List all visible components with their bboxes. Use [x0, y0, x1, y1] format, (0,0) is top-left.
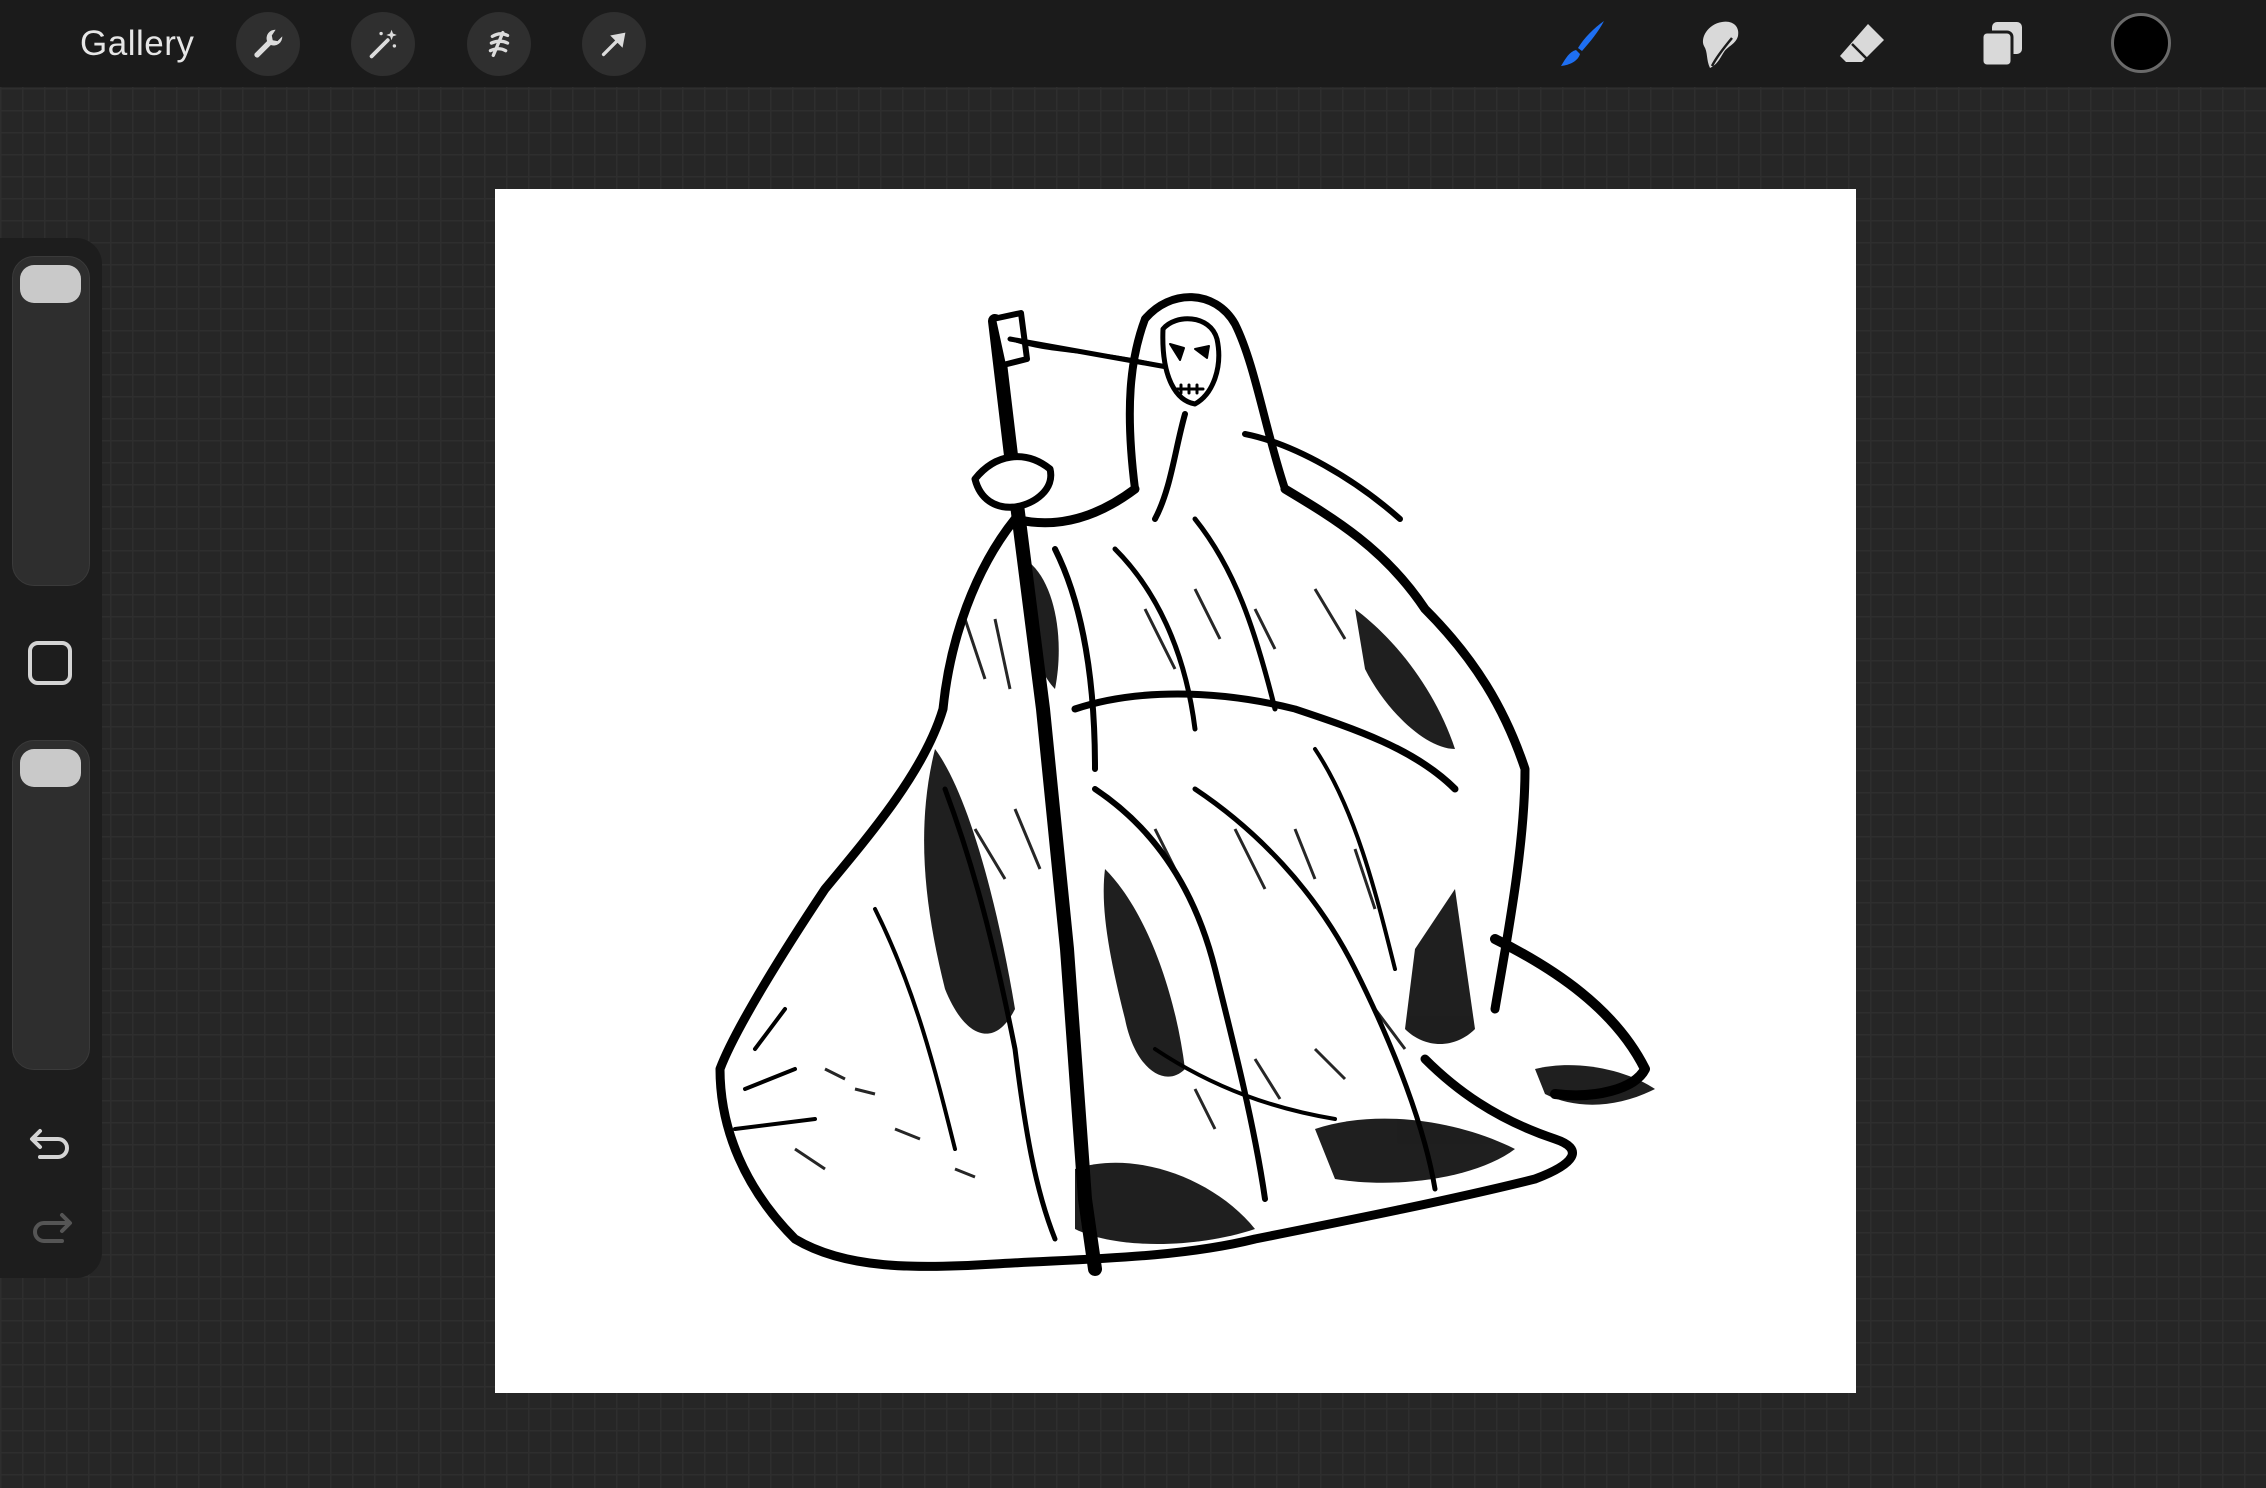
modify-button[interactable]	[28, 641, 72, 685]
transform-button[interactable]	[582, 12, 646, 76]
drawing-canvas[interactable]	[495, 189, 1856, 1393]
undo-button[interactable]	[22, 1118, 80, 1168]
brush-tool-button[interactable]	[1552, 14, 1612, 74]
left-sidebar	[0, 238, 102, 1278]
selection-button[interactable]	[467, 12, 531, 76]
layers-button[interactable]	[1972, 14, 2032, 74]
actions-wrench-button[interactable]	[236, 12, 300, 76]
eraser-tool-button[interactable]	[1832, 14, 1892, 74]
opacity-slider[interactable]	[12, 740, 90, 1070]
grim-reaper-artwork	[715, 293, 1655, 1276]
gallery-button[interactable]: Gallery	[80, 20, 194, 68]
wrench-icon	[254, 29, 283, 58]
undo-icon	[30, 1129, 69, 1159]
opacity-slider-thumb[interactable]	[20, 749, 81, 787]
brush-size-slider-thumb[interactable]	[20, 265, 81, 303]
brush-size-slider[interactable]	[12, 256, 90, 586]
smudge-tool-button[interactable]	[1692, 14, 1752, 74]
selection-icon	[488, 30, 510, 58]
top-toolbar: Gallery	[0, 0, 2266, 87]
brush-icon	[1561, 21, 1604, 66]
smudge-icon	[1702, 21, 1739, 68]
color-picker-button[interactable]	[2111, 13, 2171, 73]
redo-button[interactable]	[22, 1202, 80, 1252]
redo-icon	[33, 1213, 72, 1243]
adjustments-wand-button[interactable]	[351, 12, 415, 76]
transform-arrow-icon	[601, 32, 626, 57]
layers-icon	[1980, 22, 2022, 68]
eraser-icon	[1840, 24, 1884, 62]
magic-wand-icon	[369, 29, 397, 59]
